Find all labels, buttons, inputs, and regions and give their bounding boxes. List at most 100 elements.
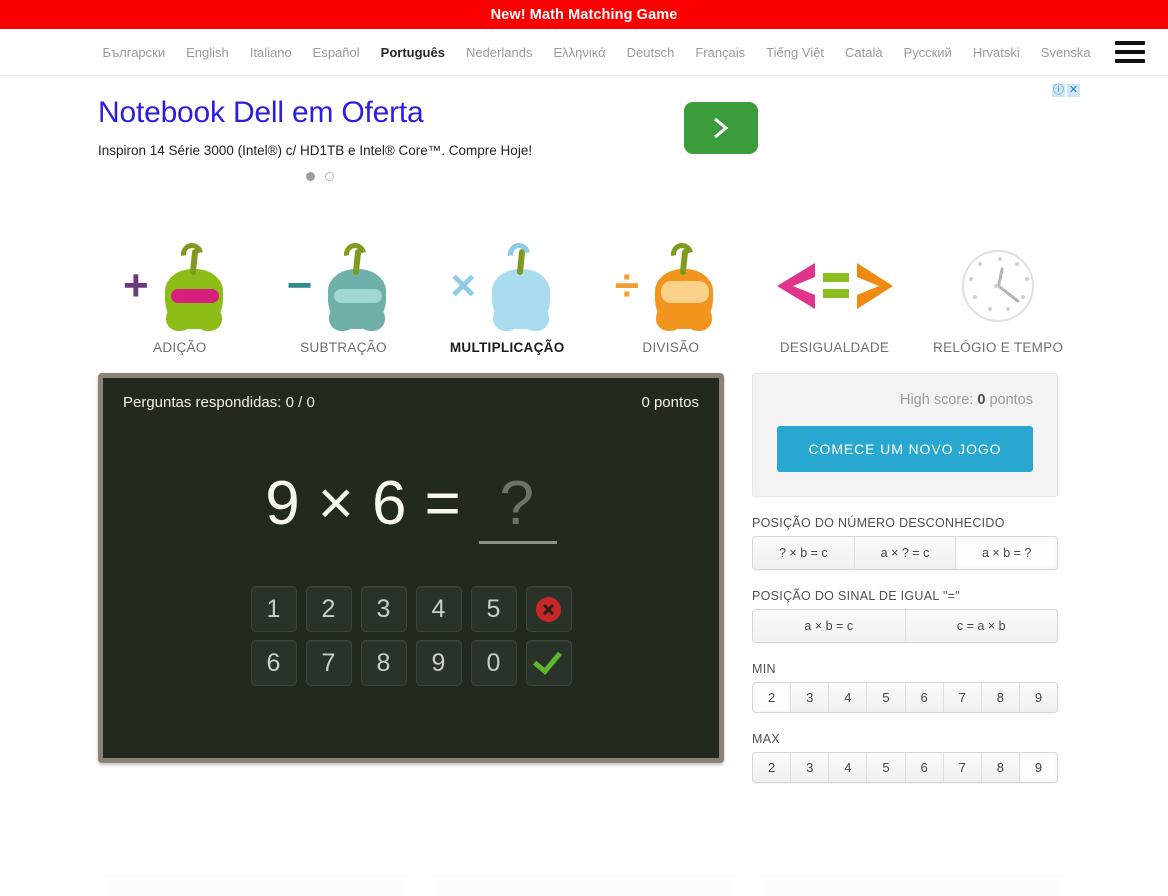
language-item[interactable]: Svenska (1030, 46, 1101, 59)
language-item[interactable]: Català (835, 46, 894, 59)
min-option-8[interactable]: 8 (981, 683, 1020, 712)
language-item[interactable]: Nederlands (455, 46, 543, 59)
top-promo-banner-text: New! Math Matching Game (490, 6, 678, 23)
max-option-9[interactable]: 9 (1019, 753, 1057, 782)
hamburger-bar (1115, 41, 1146, 45)
operation-tab-multiplication-label: MULTIPLICAÇÃO (449, 340, 565, 355)
hamburger-bar (1115, 50, 1146, 54)
language-nav: Български English Italiano Español Português… (0, 29, 1168, 76)
min-option-6[interactable]: 6 (905, 683, 944, 712)
keypad-key-3[interactable]: 3 (360, 586, 407, 632)
equation-operand-b: 6 (372, 469, 409, 538)
ad-close-icon[interactable]: ✕ (1067, 84, 1080, 97)
max-option-4[interactable]: 4 (829, 753, 868, 782)
max-option-8[interactable]: 8 (981, 753, 1020, 782)
max-option-3[interactable]: 3 (791, 753, 830, 782)
keypad-key-5[interactable]: 5 (470, 586, 517, 632)
language-item[interactable]: English (176, 46, 240, 59)
language-item[interactable]: Hrvatski (962, 46, 1030, 59)
subtraction-symbol: − (286, 261, 313, 310)
keypad-key-2[interactable]: 2 (305, 586, 352, 632)
unknown-position-option-ac[interactable]: a × ? = c (854, 537, 957, 569)
addition-symbol: + (122, 261, 149, 310)
max-option-7[interactable]: 7 (943, 753, 982, 782)
min-option-4[interactable]: 4 (829, 683, 868, 712)
hamburger-icon[interactable] (1115, 41, 1146, 63)
top-promo-banner[interactable]: New! Math Matching Game (0, 0, 1168, 29)
unknown-position-caption: POSIÇÃO DO NÚMERO DESCONHECIDO (752, 516, 1005, 530)
unknown-position-segmented: ? × b = ca × ? = ca × b = ? (752, 536, 1058, 570)
keypad-key-1[interactable]: 1 (250, 586, 297, 632)
max-caption: MAX (752, 732, 780, 746)
keypad-key-7[interactable]: 7 (305, 640, 352, 686)
operation-tabs: + ADIÇÃO − SUBTRAÇÃO × MULTIPLICAÇÃO ÷ D… (98, 238, 1080, 355)
multiplication-pepper-icon: × (425, 238, 589, 332)
operation-tab-clock-label: RELÓGIO E TEMPO (933, 340, 1064, 355)
keypad-key-6[interactable]: 6 (250, 640, 297, 686)
unknown-position-option-bc[interactable]: ? × b = c (753, 537, 855, 569)
max-option-6[interactable]: 6 (905, 753, 944, 782)
min-option-5[interactable]: 5 (867, 683, 906, 712)
chevron-right-icon (714, 117, 729, 139)
language-item[interactable]: Français (685, 46, 756, 59)
min-option-9[interactable]: 9 (1019, 683, 1057, 712)
min-option-2[interactable]: 2 (753, 683, 792, 712)
keypad-cancel-button[interactable] (525, 586, 572, 632)
max-segmented: 23456789 (752, 752, 1058, 783)
ad-dot-active[interactable] (306, 172, 315, 181)
min-option-3[interactable]: 3 (791, 683, 830, 712)
operation-tab-clock[interactable]: RELÓGIO E TEMPO (916, 240, 1080, 355)
unknown-position-option-ab[interactable]: a × b = ? (956, 537, 1057, 569)
keypad-key-8[interactable]: 8 (360, 640, 407, 686)
language-item[interactable]: Български (92, 46, 176, 59)
min-option-7[interactable]: 7 (943, 683, 982, 712)
footer-placeholder-row (0, 874, 1168, 896)
operation-tab-division-label: DIVISÃO (642, 340, 700, 355)
language-item[interactable]: Deutsch (616, 46, 685, 59)
ad-info-icon[interactable]: ⓘ (1052, 84, 1065, 97)
operation-tab-addition[interactable]: + ADIÇÃO (98, 238, 262, 355)
equation-operator: × (317, 469, 356, 538)
operation-tab-subtraction-label: SUBTRAÇÃO (300, 340, 387, 355)
new-game-button[interactable]: COMECE UM NOVO JOGO (777, 426, 1033, 472)
equation-answer-blank[interactable]: ? (478, 468, 557, 544)
cancel-x-icon (536, 596, 561, 622)
ad-dot-inactive[interactable] (325, 172, 334, 181)
confirm-check-icon (532, 644, 562, 675)
inequality-glyphs (776, 263, 893, 309)
language-item[interactable]: Русский (893, 46, 962, 59)
setting-min: MIN 23456789 (752, 662, 1058, 713)
ad-carousel-dots (98, 172, 1080, 181)
language-item[interactable]: Ελληνικά (543, 46, 616, 59)
keypad-confirm-button[interactable] (525, 640, 572, 686)
language-item[interactable]: Português (370, 46, 455, 59)
operation-tab-inequality[interactable]: DESIGUALDADE (753, 240, 917, 355)
keypad-key-0[interactable]: 0 (470, 640, 517, 686)
min-caption: MIN (752, 662, 776, 676)
operation-tab-subtraction[interactable]: − SUBTRAÇÃO (262, 238, 426, 355)
operation-tab-multiplication[interactable]: × MULTIPLICAÇÃO (425, 238, 589, 355)
equals-position-option-abc[interactable]: a × b = c (753, 610, 906, 642)
division-symbol: ÷ (614, 261, 639, 310)
ad-title[interactable]: Notebook Dell em Oferta (98, 96, 1080, 129)
equals-position-option-cab[interactable]: c = a × b (905, 610, 1057, 642)
language-item[interactable]: Tiếng Việt (756, 46, 835, 59)
operation-tab-division[interactable]: ÷ DIVISÃO (589, 238, 753, 355)
equation-display: 9 × 6 = ? (103, 468, 719, 544)
keypad-key-4[interactable]: 4 (415, 586, 462, 632)
clock-icon (916, 240, 1080, 332)
language-item[interactable]: Español (302, 46, 370, 59)
equation-operand-a: 9 (265, 469, 302, 538)
high-score-prefix: High score: (899, 392, 978, 408)
ad-description: Inspiron 14 Série 3000 (Intel®) c/ HD1TB… (98, 143, 533, 158)
max-option-5[interactable]: 5 (867, 753, 906, 782)
answered-counter: Perguntas respondidas: 0 / 0 (123, 394, 315, 411)
keypad-key-9[interactable]: 9 (415, 640, 462, 686)
addition-pepper-icon: + (98, 238, 262, 332)
settings-sidebar: High score: 0 pontos COMECE UM NOVO JOGO… (752, 373, 1058, 783)
language-item[interactable]: Italiano (239, 46, 302, 59)
max-option-2[interactable]: 2 (753, 753, 792, 782)
operation-tab-addition-label: ADIÇÃO (153, 340, 207, 355)
subtraction-pepper-icon: − (262, 238, 426, 332)
ad-cta-button[interactable] (684, 102, 758, 154)
